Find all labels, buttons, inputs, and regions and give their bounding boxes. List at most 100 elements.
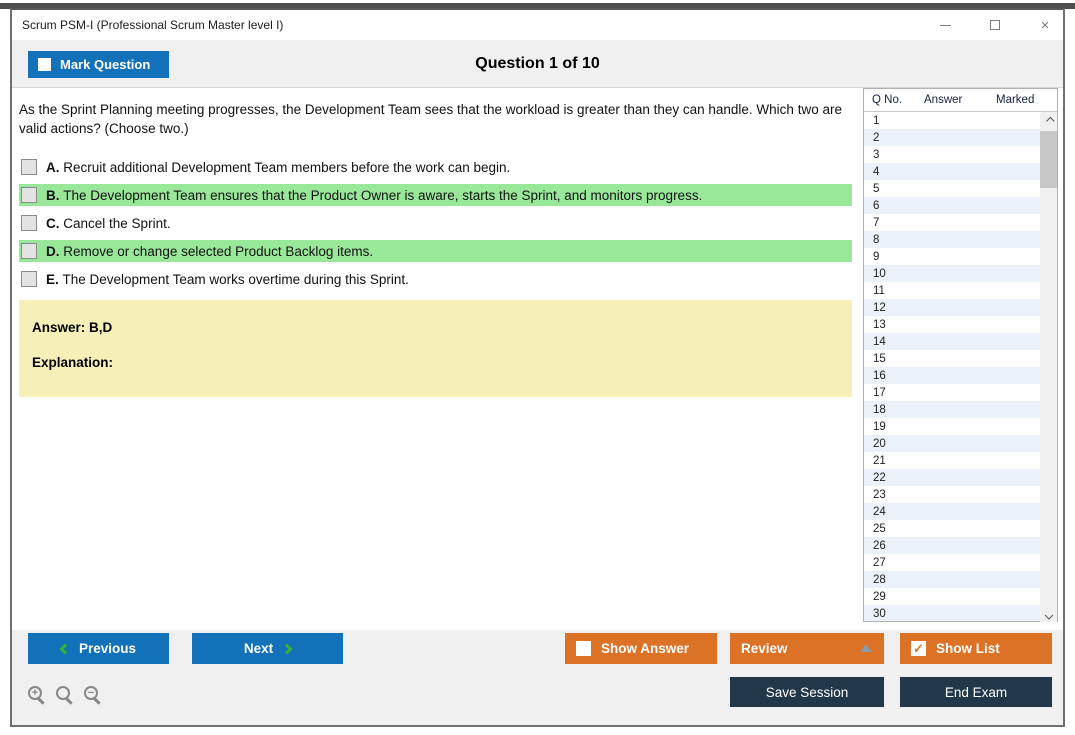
row-q-number: 16 <box>873 369 886 382</box>
question-list-row[interactable]: 8 <box>864 231 1040 248</box>
option-row[interactable]: E. The Development Team works overtime d… <box>19 268 852 290</box>
close-button[interactable]: × <box>1037 17 1053 33</box>
option-text: D. Remove or change selected Product Bac… <box>46 243 374 259</box>
question-list-row[interactable]: 29 <box>864 588 1040 605</box>
question-list-row[interactable]: 18 <box>864 401 1040 418</box>
zoom-reset-icon[interactable] <box>56 686 74 705</box>
show-list-checkbox[interactable]: ✓ <box>911 641 926 656</box>
row-q-number: 30 <box>873 607 886 620</box>
window-controls: × <box>937 10 1053 40</box>
show-answer-button[interactable]: Show Answer <box>565 633 717 664</box>
row-q-number: 10 <box>873 267 886 280</box>
question-list-row[interactable]: 11 <box>864 282 1040 299</box>
scroll-down-button[interactable] <box>1040 605 1057 622</box>
option-row[interactable]: C. Cancel the Sprint. <box>19 212 852 234</box>
question-list-row[interactable]: 12 <box>864 299 1040 316</box>
option-row[interactable]: D. Remove or change selected Product Bac… <box>19 240 852 262</box>
row-q-number: 11 <box>873 284 885 297</box>
question-list-row[interactable]: 6 <box>864 197 1040 214</box>
review-button[interactable]: Review <box>730 633 884 664</box>
question-list-row[interactable]: 13 <box>864 316 1040 333</box>
save-session-label: Save Session <box>765 684 849 700</box>
scroll-up-button[interactable] <box>1040 112 1057 129</box>
row-q-number: 12 <box>873 301 886 314</box>
explanation-text: Explanation: <box>32 355 114 370</box>
question-list-row[interactable]: 14 <box>864 333 1040 350</box>
previous-button[interactable]: Previous <box>28 633 169 664</box>
question-list-row[interactable]: 16 <box>864 367 1040 384</box>
zoom-in-icon[interactable]: + <box>28 686 46 705</box>
option-row[interactable]: A. Recruit additional Development Team m… <box>19 156 852 178</box>
end-exam-label: End Exam <box>944 684 1008 700</box>
question-list-row[interactable]: 26 <box>864 537 1040 554</box>
row-q-number: 18 <box>873 403 886 416</box>
row-q-number: 8 <box>873 233 880 246</box>
next-button[interactable]: Next <box>192 633 343 664</box>
option-text: B. The Development Team ensures that the… <box>46 187 703 203</box>
question-list-row[interactable]: 5 <box>864 180 1040 197</box>
row-q-number: 27 <box>873 556 886 569</box>
mark-question-button[interactable]: Mark Question <box>28 51 169 78</box>
row-q-number: 2 <box>873 131 880 144</box>
triangle-up-icon <box>860 644 872 652</box>
show-answer-checkbox[interactable] <box>576 641 591 656</box>
scrollbar-thumb[interactable] <box>1040 131 1057 188</box>
question-list-row[interactable]: 7 <box>864 214 1040 231</box>
mark-question-label: Mark Question <box>60 57 151 72</box>
option-checkbox[interactable] <box>21 243 37 259</box>
zoom-out-icon[interactable]: − <box>84 686 102 705</box>
question-list-row[interactable]: 15 <box>864 350 1040 367</box>
question-list-row[interactable]: 27 <box>864 554 1040 571</box>
question-list-row[interactable]: 23 <box>864 486 1040 503</box>
question-list-row[interactable]: 4 <box>864 163 1040 180</box>
chevron-right-icon <box>281 642 293 655</box>
question-list-row[interactable]: 10 <box>864 265 1040 282</box>
question-list-scrollbar[interactable] <box>1040 112 1057 622</box>
question-list-row[interactable]: 22 <box>864 469 1040 486</box>
maximize-button[interactable] <box>987 17 1003 33</box>
row-q-number: 26 <box>873 539 886 552</box>
app-window: Scrum PSM-I (Professional Scrum Master l… <box>10 8 1065 727</box>
question-list-rows: 1 2 3 4 5 6 7 8 9 10 11 12 13 14 15 16 17 18 19 20 21 22 23 24 2… <box>864 112 1040 621</box>
question-list-row[interactable]: 17 <box>864 384 1040 401</box>
row-q-number: 22 <box>873 471 886 484</box>
zoom-controls: + − <box>28 686 102 705</box>
minimize-button[interactable] <box>937 17 953 33</box>
column-header-marked: Marked <box>996 94 1035 106</box>
question-list-row[interactable]: 1 <box>864 112 1040 129</box>
row-q-number: 19 <box>873 420 886 433</box>
row-q-number: 5 <box>873 182 880 195</box>
question-list-row[interactable]: 19 <box>864 418 1040 435</box>
mark-question-checkbox[interactable] <box>38 58 51 71</box>
show-list-button[interactable]: ✓ Show List <box>900 633 1052 664</box>
option-checkbox[interactable] <box>21 187 37 203</box>
option-checkbox[interactable] <box>21 159 37 175</box>
option-row[interactable]: B. The Development Team ensures that the… <box>19 184 852 206</box>
review-label: Review <box>741 641 788 656</box>
row-q-number: 7 <box>873 216 880 229</box>
option-checkbox[interactable] <box>21 271 37 287</box>
question-list-row[interactable]: 24 <box>864 503 1040 520</box>
end-exam-button[interactable]: End Exam <box>900 677 1052 707</box>
question-list-row[interactable]: 3 <box>864 146 1040 163</box>
answer-text: Answer: B,D <box>32 320 113 335</box>
question-list-row[interactable]: 20 <box>864 435 1040 452</box>
option-checkbox[interactable] <box>21 215 37 231</box>
title-bar: Scrum PSM-I (Professional Scrum Master l… <box>12 10 1063 40</box>
row-q-number: 28 <box>873 573 886 586</box>
question-list-row[interactable]: 2 <box>864 129 1040 146</box>
chevron-up-icon <box>1045 116 1055 125</box>
window-title: Scrum PSM-I (Professional Scrum Master l… <box>22 18 284 32</box>
question-list-row[interactable]: 30 <box>864 605 1040 621</box>
question-list-row[interactable]: 21 <box>864 452 1040 469</box>
question-list-row[interactable]: 9 <box>864 248 1040 265</box>
row-q-number: 21 <box>873 454 886 467</box>
row-q-number: 29 <box>873 590 886 603</box>
row-q-number: 13 <box>873 318 886 331</box>
question-list-row[interactable]: 25 <box>864 520 1040 537</box>
question-list-row[interactable]: 28 <box>864 571 1040 588</box>
row-q-number: 4 <box>873 165 880 178</box>
question-list-header: Q No. Answer Marked <box>864 89 1057 112</box>
save-session-button[interactable]: Save Session <box>730 677 884 707</box>
question-list-panel: Q No. Answer Marked 1 2 3 4 5 6 7 8 9 10 11 12 13 14 1… <box>863 88 1058 622</box>
